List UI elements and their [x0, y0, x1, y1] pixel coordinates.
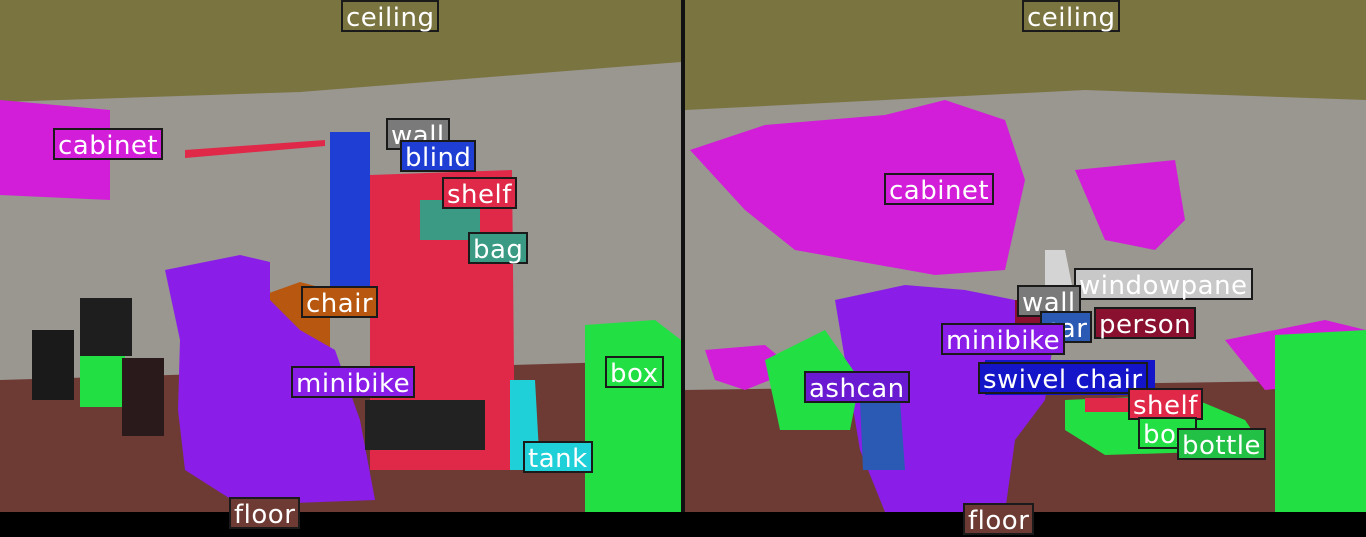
barrel-region — [122, 358, 164, 436]
label-chair-left: chair — [301, 286, 379, 319]
label-shelf-right: shelf — [1128, 388, 1203, 421]
segmentation-panel-left — [0, 0, 681, 512]
label-floor-right: floor — [963, 503, 1035, 536]
label-windowpane-right: windowpane — [1074, 268, 1253, 301]
scene-left — [0, 0, 681, 512]
label-minibike-left: minibike — [291, 366, 416, 399]
label-person-right: person — [1094, 307, 1197, 340]
label-ceiling-right: ceiling — [1022, 0, 1121, 33]
box-region-small — [80, 352, 125, 407]
car-region — [860, 400, 905, 470]
label-cabinet-left: cabinet — [53, 128, 164, 161]
label-ashcan-right: ashcan — [804, 371, 910, 404]
container-region — [32, 330, 74, 400]
label-ceiling-left: ceiling — [341, 0, 440, 33]
label-minibike-right: minibike — [941, 323, 1066, 356]
label-floor-left: floor — [229, 497, 301, 530]
label-blind-left: blind — [400, 140, 477, 173]
label-bottle-right: bottle — [1177, 428, 1267, 461]
trash-bin-region — [80, 298, 132, 356]
bottle-region — [1275, 330, 1366, 512]
blind-region — [330, 132, 370, 292]
box-region — [585, 320, 681, 512]
label-swivel-chair-right: swivel chair — [978, 362, 1148, 395]
buckets-region — [365, 400, 485, 450]
label-box-left: box — [605, 356, 664, 389]
label-shelf-left: shelf — [442, 177, 517, 210]
label-bag-left: bag — [468, 232, 529, 265]
label-tank-left: tank — [523, 441, 593, 474]
label-cabinet-right: cabinet — [884, 173, 995, 206]
